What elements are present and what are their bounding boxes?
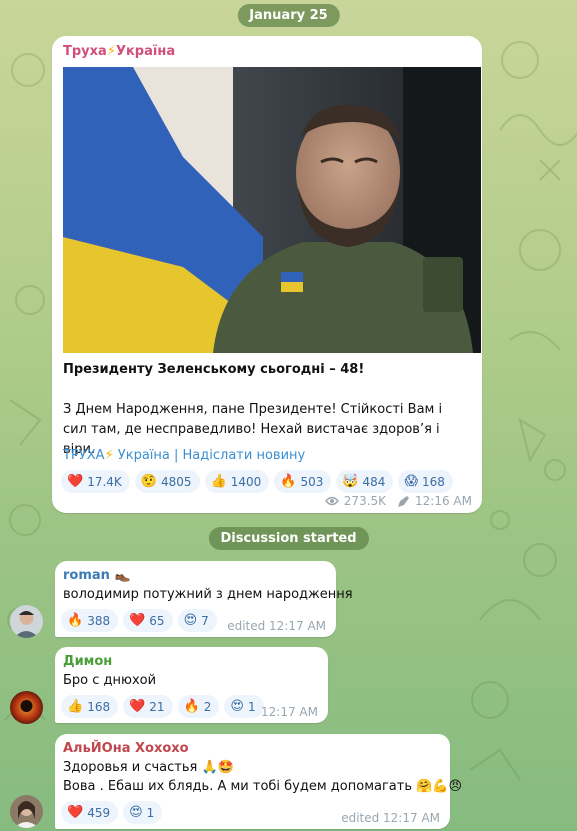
reaction-screaming-face[interactable]: 😱 168 bbox=[398, 470, 453, 493]
comment-text: Бро с днюхой bbox=[63, 673, 157, 688]
comment-text-line: Вова . Ебаш их блядь. А ми тобі будем до… bbox=[63, 779, 463, 794]
comment-roman[interactable]: roman 👞 володимир потужний з днем народж… bbox=[55, 561, 353, 637]
channel-name-text: Труха bbox=[63, 44, 107, 59]
thumbs-up-icon: 👍 bbox=[67, 699, 84, 714]
reaction-exploding-head[interactable]: 🤯 484 bbox=[336, 470, 394, 493]
reaction-count: 4805 bbox=[160, 474, 192, 489]
reaction-count: 459 bbox=[87, 805, 111, 820]
reaction-count: 65 bbox=[149, 613, 165, 628]
comment-author[interactable]: АльЙОна Хохохо bbox=[63, 741, 189, 756]
comment-meta: 12:17 AM bbox=[261, 705, 318, 719]
fire-icon: 🔥 bbox=[183, 699, 200, 714]
reaction-count: 168 bbox=[422, 474, 445, 489]
reaction-thumbs-up[interactable]: 👍 1400 bbox=[204, 470, 270, 493]
thumbs-up-icon: 👍 bbox=[210, 474, 227, 489]
red-heart-icon: ❤️ bbox=[67, 474, 84, 489]
share-icon[interactable] bbox=[397, 495, 410, 508]
submit-news-link[interactable]: Надіслати новину bbox=[183, 448, 306, 463]
reaction-heart-eyes[interactable]: 😍 7 bbox=[177, 609, 217, 632]
comment-dimon[interactable]: Димон Бро с днюхой 👍 168 ❤️ 21 🔥 2 😍 1 12:17… bbox=[55, 647, 328, 723]
post-time: 12:16 AM bbox=[415, 494, 472, 508]
reaction-fire[interactable]: 🔥 388 bbox=[61, 609, 119, 632]
user-avatar-alyona bbox=[10, 795, 43, 828]
reaction-count: 7 bbox=[201, 613, 209, 628]
portrait-photo-icon bbox=[63, 67, 481, 353]
channel-link-country: Україна bbox=[117, 448, 170, 463]
post-meta: 273.5K 12:16 AM bbox=[324, 494, 472, 508]
reaction-heart-eyes[interactable]: 😍 1 bbox=[123, 801, 163, 824]
reaction-count: 1 bbox=[146, 805, 155, 820]
post-title: Президенту Зеленському сьогодні – 48! bbox=[63, 362, 365, 377]
channel-name-suffix: Україна bbox=[115, 44, 176, 59]
lightning-icon: ⚡ bbox=[104, 448, 114, 463]
red-heart-icon: ❤️ bbox=[67, 805, 84, 820]
reaction-red-heart[interactable]: ❤️ 17.4K bbox=[61, 470, 130, 493]
view-count: 273.5K bbox=[343, 494, 387, 508]
user-avatar-roman bbox=[10, 605, 43, 638]
raised-eyebrow-icon: 🤨 bbox=[140, 474, 157, 489]
discussion-started-label: Discussion started bbox=[208, 527, 369, 550]
red-heart-icon: ❤️ bbox=[129, 699, 146, 714]
lightning-icon: ⚡ bbox=[106, 44, 116, 59]
heart-eyes-icon: 😍 bbox=[183, 613, 198, 628]
date-separator[interactable]: January 25 bbox=[237, 4, 340, 27]
reaction-count: 2 bbox=[203, 699, 212, 714]
heart-eyes-icon: 😍 bbox=[230, 699, 244, 714]
reaction-count: 21 bbox=[149, 699, 165, 714]
channel-name[interactable]: Труха⚡Україна bbox=[63, 44, 175, 59]
comment-meta: edited 12:17 AM bbox=[341, 811, 440, 825]
comment-text: володимир потужний з днем народження bbox=[63, 587, 353, 602]
heart-eyes-icon: 😍 bbox=[129, 805, 143, 820]
reaction-raised-eyebrow[interactable]: 🤨 4805 bbox=[134, 470, 200, 493]
screaming-face-icon: 😱 bbox=[404, 474, 418, 489]
reaction-red-heart[interactable]: ❤️ 65 bbox=[123, 609, 173, 632]
comment-reactions: ❤️ 459 😍 1 bbox=[61, 801, 163, 824]
reaction-count: 168 bbox=[87, 699, 111, 714]
reaction-count: 1 bbox=[247, 699, 256, 714]
link-separator: | bbox=[169, 448, 183, 463]
avatar[interactable] bbox=[10, 691, 43, 724]
comment-author[interactable]: roman 👞 bbox=[63, 568, 131, 583]
eye-icon bbox=[324, 496, 339, 506]
comment-reactions: 🔥 388 ❤️ 65 😍 7 bbox=[61, 609, 217, 632]
post-reactions: ❤️ 17.4K 🤨 4805 👍 1400 🔥 503 🤯 484 😱 168 bbox=[61, 470, 453, 493]
fire-icon: 🔥 bbox=[67, 613, 84, 628]
red-heart-icon: ❤️ bbox=[129, 613, 146, 628]
reaction-count: 17.4K bbox=[87, 474, 122, 489]
reaction-heart-eyes[interactable]: 😍 1 bbox=[224, 695, 264, 718]
reaction-red-heart[interactable]: ❤️ 459 bbox=[61, 801, 119, 824]
comment-alyona[interactable]: АльЙОна Хохохо Здоровья и счастья 🙏🤩 Вов… bbox=[55, 734, 462, 829]
comment-author[interactable]: Димон bbox=[63, 654, 112, 669]
channel-link[interactable]: ТРУХА⚡ Україна bbox=[63, 448, 170, 463]
post-photo[interactable] bbox=[63, 67, 481, 353]
shoe-badge-icon: 👞 bbox=[114, 568, 131, 583]
reaction-fire[interactable]: 🔥 503 bbox=[274, 470, 332, 493]
avatar[interactable] bbox=[10, 605, 43, 638]
reaction-count: 503 bbox=[300, 474, 324, 489]
reaction-thumbs-up[interactable]: 👍 168 bbox=[61, 695, 119, 718]
author-name: roman bbox=[63, 568, 110, 583]
avatar[interactable] bbox=[10, 795, 43, 828]
post-body: Президенту Зеленському сьогодні – 48! З … bbox=[63, 358, 468, 460]
reaction-count: 1400 bbox=[230, 474, 262, 489]
user-avatar-dimon bbox=[10, 691, 43, 724]
reaction-count: 484 bbox=[362, 474, 386, 489]
reaction-count: 388 bbox=[87, 613, 111, 628]
channel-post[interactable]: Труха⚡Україна Президенту Зеленському сьо… bbox=[52, 36, 482, 513]
reaction-fire[interactable]: 🔥 2 bbox=[177, 695, 220, 718]
reaction-red-heart[interactable]: ❤️ 21 bbox=[123, 695, 173, 718]
post-links: ТРУХА⚡ Україна | Надіслати новину bbox=[63, 448, 305, 463]
comment-reactions: 👍 168 ❤️ 21 🔥 2 😍 1 bbox=[61, 695, 264, 718]
fire-icon: 🔥 bbox=[280, 474, 297, 489]
comment-text-line: Здоровья и счастья 🙏🤩 bbox=[63, 760, 234, 775]
exploding-head-icon: 🤯 bbox=[342, 474, 359, 489]
comment-meta: edited 12:17 AM bbox=[227, 619, 326, 633]
channel-link-name: ТРУХА bbox=[63, 448, 105, 463]
